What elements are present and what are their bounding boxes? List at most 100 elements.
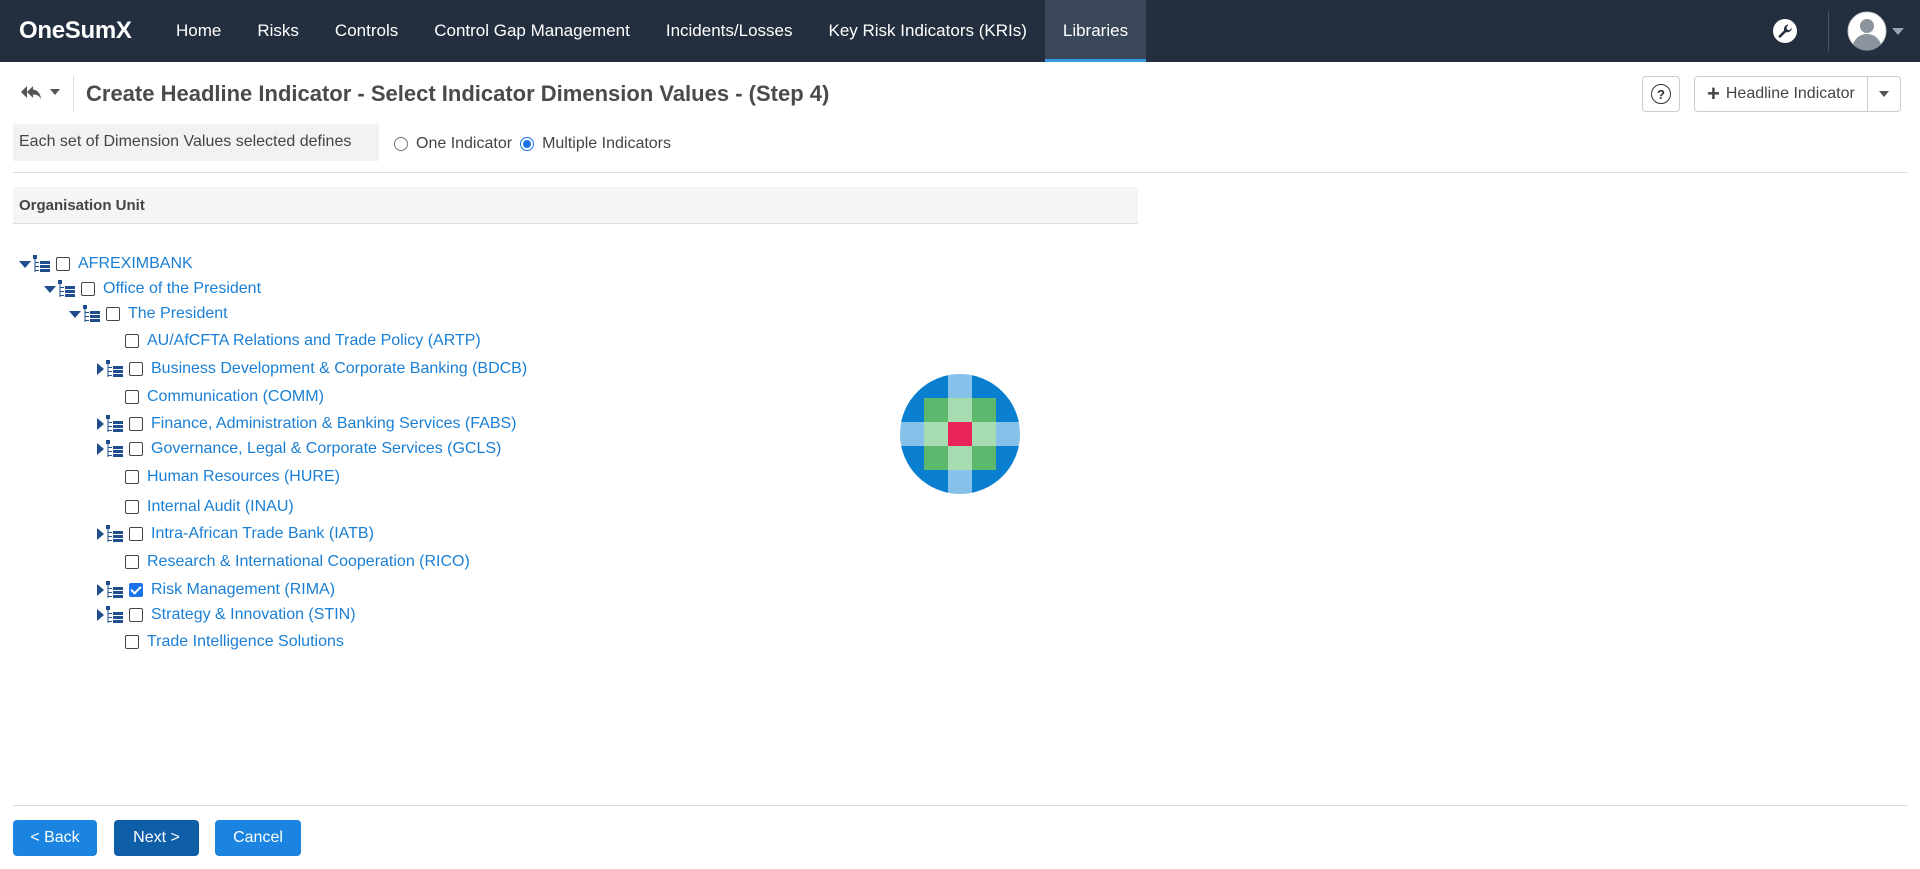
hierarchy-list-icon[interactable] — [57, 279, 77, 299]
tree-node: Trade Intelligence Solutions — [125, 630, 344, 654]
nav-control-gap-management[interactable]: Control Gap Management — [416, 0, 648, 62]
section-divider — [13, 172, 1908, 173]
tree-node: Governance, Legal & Corporate Services (… — [97, 437, 501, 461]
tree-node-checkbox[interactable] — [129, 608, 143, 622]
user-avatar-icon[interactable] — [1847, 11, 1887, 51]
tree-node: Human Resources (HURE) — [125, 465, 340, 489]
define-label: Each set of Dimension Values selected de… — [13, 124, 379, 161]
tree-node-label[interactable]: Governance, Legal & Corporate Services (… — [151, 440, 501, 458]
tree-node-checkbox[interactable] — [125, 635, 139, 649]
tree-node: Risk Management (RIMA) — [97, 578, 335, 602]
expand-toggle-icon[interactable] — [97, 528, 104, 540]
brand-logo[interactable]: OneSumX — [0, 0, 158, 62]
collapse-toggle-icon[interactable] — [19, 260, 31, 268]
expand-toggle-icon[interactable] — [97, 443, 104, 455]
tree-node-checkbox[interactable] — [106, 307, 120, 321]
tree-node-label[interactable]: Risk Management (RIMA) — [151, 581, 335, 599]
expand-toggle-icon[interactable] — [97, 418, 104, 430]
tree-node-label[interactable]: Trade Intelligence Solutions — [147, 633, 344, 651]
tree-node-label[interactable]: Strategy & Innovation (STIN) — [151, 606, 356, 624]
indicator-mode-radio-group: One Indicator Multiple Indicators — [394, 135, 679, 153]
chevron-down-icon[interactable] — [50, 89, 60, 95]
hierarchy-list-icon[interactable] — [105, 359, 125, 379]
tree-node-label[interactable]: Intra-African Trade Bank (IATB) — [151, 525, 374, 543]
nav-libraries[interactable]: Libraries — [1044, 0, 1147, 62]
next-button[interactable]: Next > — [114, 820, 199, 856]
user-menu[interactable] — [1847, 11, 1904, 51]
reply-all-icon — [21, 86, 41, 99]
tree-node-label[interactable]: Human Resources (HURE) — [147, 468, 340, 486]
tree-node: The President — [69, 302, 228, 326]
topbar-divider — [1828, 11, 1829, 51]
tree-node: Research & International Cooperation (RI… — [125, 550, 470, 574]
help-icon: ? — [1651, 84, 1671, 104]
tree-node: Internal Audit (INAU) — [125, 495, 294, 519]
topbar-actions — [1768, 0, 1920, 62]
expand-toggle-icon[interactable] — [97, 584, 104, 596]
expand-toggle-icon[interactable] — [97, 363, 104, 375]
add-options-dropdown[interactable] — [1868, 77, 1900, 111]
add-headline-indicator-button[interactable]: + Headline Indicator — [1695, 77, 1868, 111]
tree-node-checkbox[interactable] — [125, 470, 139, 484]
help-button[interactable]: ? — [1642, 76, 1680, 112]
tree-node-checkbox[interactable] — [129, 417, 143, 431]
hierarchy-list-icon[interactable] — [105, 414, 125, 434]
tree-node-checkbox[interactable] — [129, 362, 143, 376]
collapse-toggle-icon[interactable] — [44, 285, 56, 293]
cancel-button[interactable]: Cancel — [215, 820, 301, 856]
tree-node-checkbox[interactable] — [129, 442, 143, 456]
tree-node: Office of the President — [44, 277, 261, 301]
page-title: Create Headline Indicator - Select Indic… — [86, 81, 830, 106]
add-headline-indicator-label: Headline Indicator — [1725, 85, 1855, 102]
chevron-down-icon — [1878, 91, 1889, 97]
tree-node-checkbox[interactable] — [125, 334, 139, 348]
expand-toggle-icon[interactable] — [97, 609, 104, 621]
multiple-indicators-label[interactable]: Multiple Indicators — [542, 135, 671, 153]
tree-node-checkbox[interactable] — [125, 500, 139, 514]
hierarchy-list-icon[interactable] — [105, 524, 125, 544]
tree-node: AFREXIMBANK — [19, 252, 193, 276]
wrench-icon[interactable] — [1768, 14, 1802, 48]
tree-node-label[interactable]: Business Development & Corporate Banking… — [151, 360, 527, 378]
hierarchy-list-icon[interactable] — [105, 605, 125, 625]
tree-node-label[interactable]: Research & International Cooperation (RI… — [147, 553, 470, 571]
nav-risks[interactable]: Risks — [239, 0, 317, 62]
tree-node-checkbox[interactable] — [56, 257, 70, 271]
tree-node-checkbox[interactable] — [129, 583, 143, 597]
hierarchy-list-icon[interactable] — [32, 254, 52, 274]
chevron-down-icon[interactable] — [1892, 27, 1904, 35]
tree-node-label[interactable]: AFREXIMBANK — [78, 255, 193, 273]
organisation-unit-header: Organisation Unit — [13, 187, 1138, 224]
header-divider — [73, 76, 74, 112]
tree-node: Intra-African Trade Bank (IATB) — [97, 522, 374, 546]
one-indicator-radio[interactable] — [394, 137, 408, 151]
tree-node: Finance, Administration & Banking Servic… — [97, 412, 517, 436]
tree-node-checkbox[interactable] — [81, 282, 95, 296]
history-back-button[interactable] — [20, 84, 60, 100]
add-headline-indicator-split-button: + Headline Indicator — [1694, 76, 1901, 112]
tree-node-label[interactable]: The President — [128, 305, 228, 323]
tree-node-checkbox[interactable] — [129, 527, 143, 541]
nav-controls[interactable]: Controls — [317, 0, 416, 62]
tree-node: Business Development & Corporate Banking… — [97, 357, 527, 381]
one-indicator-label[interactable]: One Indicator — [416, 135, 512, 153]
tree-node-checkbox[interactable] — [125, 390, 139, 404]
tree-node-label[interactable]: Office of the President — [103, 280, 261, 298]
plus-icon: + — [1707, 81, 1720, 106]
tree-node-label[interactable]: Internal Audit (INAU) — [147, 498, 294, 516]
tree-node: AU/AfCFTA Relations and Trade Policy (AR… — [125, 329, 481, 353]
multiple-indicators-radio[interactable] — [520, 137, 535, 151]
tree-node: Strategy & Innovation (STIN) — [97, 603, 356, 627]
collapse-toggle-icon[interactable] — [69, 310, 81, 318]
tree-node-checkbox[interactable] — [125, 555, 139, 569]
nav-home[interactable]: Home — [158, 0, 239, 62]
tree-node-label[interactable]: Finance, Administration & Banking Servic… — [151, 415, 517, 433]
tree-node-label[interactable]: AU/AfCFTA Relations and Trade Policy (AR… — [147, 332, 481, 350]
nav-kris[interactable]: Key Risk Indicators (KRIs) — [810, 0, 1044, 62]
hierarchy-list-icon[interactable] — [105, 580, 125, 600]
hierarchy-list-icon[interactable] — [82, 304, 102, 324]
back-button[interactable]: < Back — [13, 820, 97, 856]
tree-node-label[interactable]: Communication (COMM) — [147, 388, 324, 406]
hierarchy-list-icon[interactable] — [105, 439, 125, 459]
nav-incidents-losses[interactable]: Incidents/Losses — [648, 0, 811, 62]
